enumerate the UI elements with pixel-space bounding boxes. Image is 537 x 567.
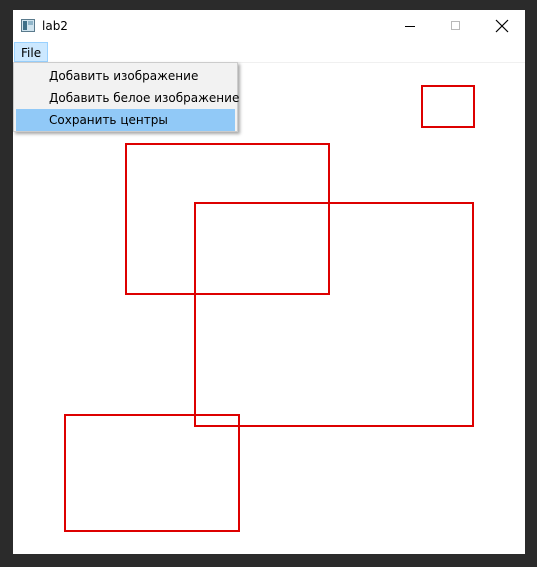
minimize-button[interactable]: [387, 10, 433, 42]
drawing-canvas[interactable]: [13, 63, 525, 554]
app-window-icon: [21, 19, 35, 32]
rectangle-bottom-left: [64, 414, 240, 532]
menu-item-add-white-image[interactable]: Добавить белое изображение: [16, 87, 239, 109]
close-icon: [495, 19, 509, 33]
menu-item-add-image[interactable]: Добавить изображение: [16, 65, 235, 87]
title-bar[interactable]: lab2: [13, 10, 525, 42]
menu-bar: File: [13, 42, 525, 63]
maximize-button[interactable]: [433, 10, 479, 42]
maximize-icon: [451, 21, 460, 30]
app-window: lab2 File Добавить изображение Добавить …: [13, 10, 525, 554]
rectangle-large-center: [194, 202, 474, 427]
menu-file[interactable]: File: [14, 42, 49, 62]
minimize-icon: [405, 26, 415, 27]
rectangles-layer: [64, 85, 475, 532]
window-title: lab2: [42, 19, 68, 33]
close-button[interactable]: [479, 10, 525, 42]
menu-item-save-centers[interactable]: Сохранить центры: [16, 109, 235, 131]
rectangle-upper-left: [125, 143, 330, 295]
rectangle-small-top-right: [421, 85, 475, 128]
file-dropdown-menu: Добавить изображение Добавить белое изоб…: [13, 62, 239, 132]
